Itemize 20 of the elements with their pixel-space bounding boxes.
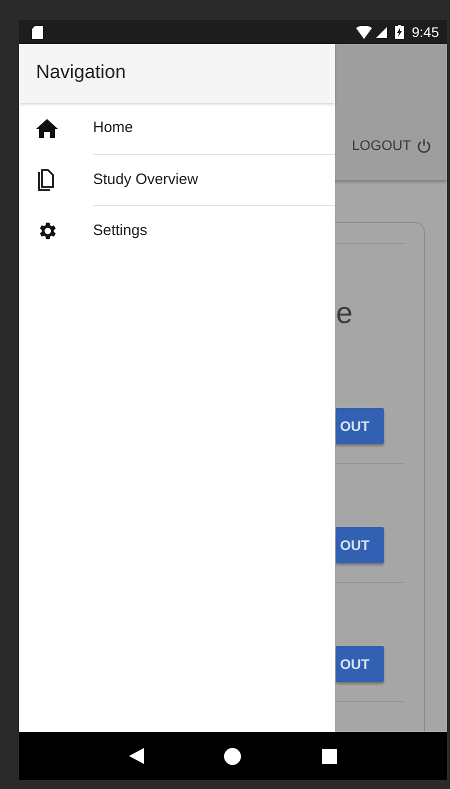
logout-button[interactable]: OUT: [336, 408, 384, 444]
wifi-icon: [356, 26, 372, 38]
power-icon: [417, 138, 431, 152]
status-time: 9:45: [412, 22, 439, 42]
drawer-menu-item[interactable]: Settings: [93, 220, 148, 242]
home-circle-icon[interactable]: [224, 748, 242, 764]
signal-icon: [376, 26, 387, 38]
drawer-menu-item[interactable]: Study Overview: [93, 168, 198, 192]
sd-card-icon: [32, 26, 43, 38]
home-icon: [36, 119, 58, 138]
logout-button[interactable]: OUT: [336, 527, 384, 563]
back-icon[interactable]: [129, 748, 144, 764]
battery-icon: [394, 25, 404, 39]
logout-button[interactable]: LOGOUT: [352, 135, 431, 156]
documents-icon: [36, 168, 54, 190]
recents-icon[interactable]: [322, 748, 337, 764]
drawer-menu-item[interactable]: Home: [93, 117, 134, 140]
logout-button[interactable]: OUT: [336, 646, 384, 682]
drawer-title: Navigation: [36, 61, 126, 86]
heading-text: e: [336, 299, 353, 329]
